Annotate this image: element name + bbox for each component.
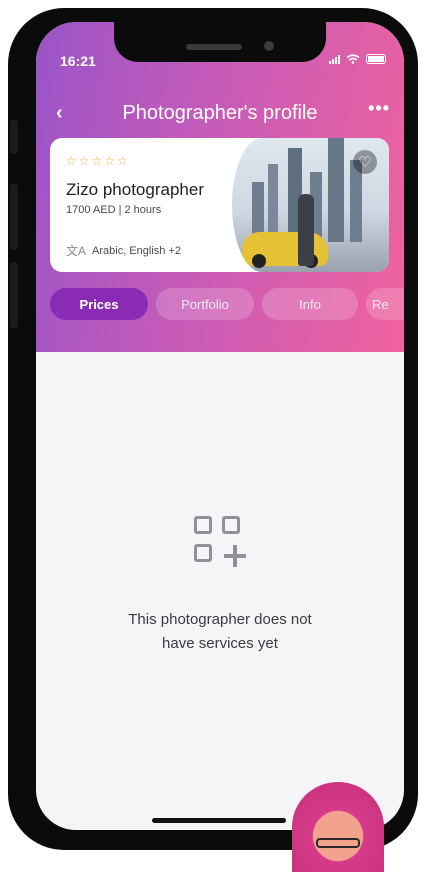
status-time: 16:21	[60, 53, 96, 69]
battery-icon	[366, 54, 386, 64]
skyline-building	[328, 138, 344, 242]
add-grid-icon	[194, 516, 246, 568]
rating-stars: ☆☆☆☆☆	[66, 154, 130, 168]
tab-info[interactable]: Info	[262, 288, 358, 320]
photographer-name: Zizo photographer	[66, 180, 204, 199]
skyline-building	[268, 164, 278, 242]
more-icon[interactable]: •••	[368, 98, 390, 119]
volume-down-button	[10, 262, 18, 328]
person-figure	[298, 194, 314, 266]
price-duration: 1700 AED | 2 hours	[66, 204, 162, 216]
signal-icon	[329, 54, 340, 64]
tab-prices[interactable]: Prices	[50, 288, 148, 320]
home-indicator[interactable]	[152, 818, 286, 823]
heart-icon[interactable]: ♡	[353, 150, 377, 174]
profile-tabs: Prices Portfolio Info Re	[50, 288, 404, 320]
languages-text: Arabic, English +2	[92, 244, 181, 257]
car-figure	[242, 232, 328, 268]
profile-header: 16:21 ‹ Photographer's profile ••• ☆☆☆☆☆…	[36, 22, 404, 352]
empty-state-message: This photographer does not have services…	[36, 608, 404, 656]
profile-photo: ♡	[232, 138, 389, 272]
page-title: Photographer's profile	[122, 102, 318, 124]
status-icons	[329, 54, 386, 64]
mute-switch	[10, 120, 18, 154]
app-screen: 16:21 ‹ Photographer's profile ••• ☆☆☆☆☆…	[36, 22, 404, 830]
phone-notch	[114, 22, 326, 62]
empty-message-line2: have services yet	[162, 635, 278, 652]
tab-reviews[interactable]: Re	[366, 288, 404, 320]
tab-portfolio[interactable]: Portfolio	[156, 288, 254, 320]
speaker	[186, 44, 242, 50]
glasses-icon	[316, 838, 360, 848]
translate-icon: 文A	[66, 244, 87, 258]
volume-up-button	[10, 184, 18, 250]
avatar	[292, 782, 384, 872]
empty-message-line1: This photographer does not	[128, 611, 312, 628]
wifi-icon	[346, 54, 360, 64]
languages-row: 文A Arabic, English +2	[66, 242, 181, 259]
camera	[264, 41, 274, 51]
profile-card[interactable]: ☆☆☆☆☆ Zizo photographer 1700 AED | 2 hou…	[50, 138, 389, 272]
